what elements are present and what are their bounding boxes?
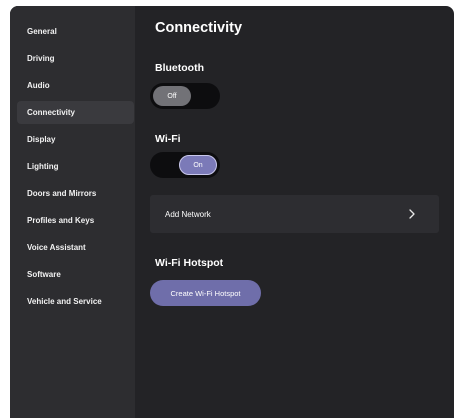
bluetooth-label: Bluetooth <box>155 62 204 74</box>
bluetooth-toggle-knob: Off <box>153 86 191 106</box>
sidebar-item-profiles-and-keys[interactable]: Profiles and Keys <box>17 209 134 232</box>
create-wifi-hotspot-button[interactable]: Create Wi-Fi Hotspot <box>150 280 261 306</box>
sidebar: General Driving Audio Connectivity Displ… <box>10 6 135 418</box>
sidebar-item-general[interactable]: General <box>17 20 134 43</box>
sidebar-item-vehicle-and-service[interactable]: Vehicle and Service <box>17 290 134 313</box>
sidebar-item-software[interactable]: Software <box>17 263 134 286</box>
wifi-label: Wi-Fi <box>155 133 181 145</box>
sidebar-item-driving[interactable]: Driving <box>17 47 134 70</box>
sidebar-item-audio[interactable]: Audio <box>17 74 134 97</box>
sidebar-item-doors-and-mirrors[interactable]: Doors and Mirrors <box>17 182 134 205</box>
add-network-label: Add Network <box>165 209 211 219</box>
wifi-toggle-knob: On <box>179 155 217 175</box>
bluetooth-toggle[interactable]: Off <box>150 83 220 109</box>
settings-window: General Driving Audio Connectivity Displ… <box>10 6 454 418</box>
page-title: Connectivity <box>155 20 243 36</box>
wifi-hotspot-label: Wi-Fi Hotspot <box>155 257 224 269</box>
sidebar-item-connectivity[interactable]: Connectivity <box>17 101 134 124</box>
wifi-toggle[interactable]: On <box>150 152 220 178</box>
sidebar-item-voice-assistant[interactable]: Voice Assistant <box>17 236 134 259</box>
chevron-right-icon <box>409 209 415 219</box>
sidebar-item-display[interactable]: Display <box>17 128 134 151</box>
main-panel: Connectivity Bluetooth Off Wi-Fi On Add … <box>150 6 454 418</box>
sidebar-item-lighting[interactable]: Lighting <box>17 155 134 178</box>
add-network-row[interactable]: Add Network <box>150 195 439 233</box>
